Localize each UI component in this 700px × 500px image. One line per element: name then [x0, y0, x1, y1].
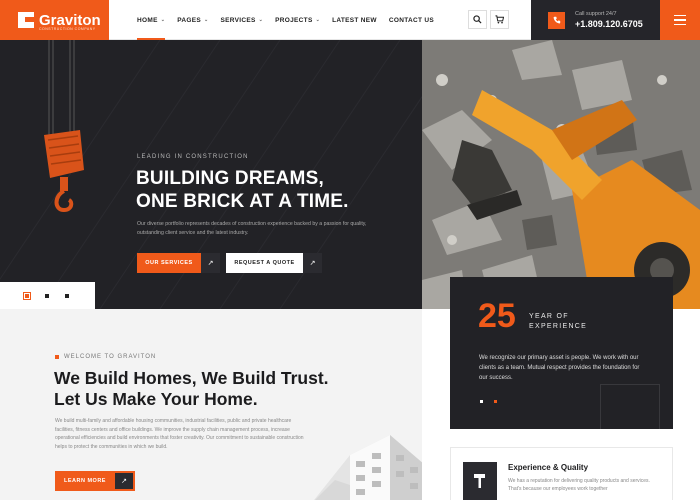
button-label: OUR SERVICES: [145, 260, 193, 266]
about-title-line: We Build Homes, We Build Trust.: [54, 368, 329, 388]
arrow-up-right-icon: ↗: [303, 253, 322, 273]
carousel-dot[interactable]: [494, 400, 497, 403]
support-contact[interactable]: Call support 24/7 +1.809.120.6705: [531, 0, 660, 40]
about-title: We Build Homes, We Build Trust. Let Us M…: [54, 368, 329, 410]
search-icon: [473, 15, 482, 24]
nav-label: PAGES: [177, 16, 201, 24]
building-illustration: [314, 435, 422, 500]
nav-item-projects[interactable]: PROJECTS ⌄: [275, 0, 320, 40]
stat-number: 25: [478, 297, 516, 335]
chevron-down-icon: ⌄: [203, 17, 209, 23]
brand-name: Graviton: [39, 11, 101, 29]
cart-button[interactable]: [490, 10, 509, 29]
our-services-button[interactable]: OUR SERVICES ↗: [137, 253, 220, 273]
about-eyebrow: WELCOME TO GRAVITON: [55, 354, 156, 360]
feature-card: Experience & Quality We has a reputation…: [450, 447, 673, 500]
slider-dot[interactable]: [65, 293, 69, 298]
chevron-down-icon: ⌄: [315, 17, 321, 23]
cart-icon: [495, 15, 504, 24]
square-bullet-icon: [55, 355, 59, 359]
nav-label: SERVICES: [220, 16, 256, 24]
nav-label: LATEST NEW: [332, 16, 377, 24]
support-text: Call support 24/7 +1.809.120.6705: [575, 11, 643, 29]
button-label: REQUEST A QUOTE: [234, 260, 295, 266]
support-phone: +1.809.120.6705: [575, 19, 643, 29]
hero-title-line: BUILDING DREAMS,: [136, 168, 324, 189]
eyebrow-text: WELCOME TO GRAVITON: [64, 354, 157, 360]
decorative-outline: [600, 384, 660, 429]
nav-label: HOME: [137, 16, 158, 24]
brand-logo[interactable]: Graviton CONSTRUCTION COMPANY: [0, 0, 109, 40]
nav-item-pages[interactable]: PAGES ⌄: [177, 0, 208, 40]
phone-icon: [548, 11, 565, 29]
logo-icon: [18, 12, 34, 28]
stat-label: YEAR OF EXPERIENCE: [529, 312, 599, 332]
carousel-dot[interactable]: [480, 400, 483, 403]
stat-description: We recognize our primary asset is people…: [479, 355, 640, 381]
hero-title-line: ONE BRICK AT A TIME.: [136, 191, 349, 212]
hero-description: Our diverse portfolio represents decades…: [137, 221, 367, 236]
crane-hook-illustration: [44, 40, 84, 213]
site-header: Graviton CONSTRUCTION COMPANY HOME ⌄ PAGE…: [0, 0, 700, 40]
hero-title: BUILDING DREAMS, ONE BRICK AT A TIME.: [136, 167, 349, 213]
about-title-line: Let Us Make Your Home.: [54, 389, 258, 409]
arrow-up-right-icon: ↗: [201, 253, 220, 273]
slider-dot[interactable]: [22, 291, 32, 300]
search-button[interactable]: [468, 10, 487, 29]
nav-label: PROJECTS: [275, 16, 313, 24]
feature-description: We has a reputation for delivering quali…: [508, 478, 650, 492]
experience-stat-card: 25 YEAR OF EXPERIENCE We recognize our p…: [450, 277, 673, 429]
main-nav: HOME ⌄ PAGES ⌄ SERVICES ⌄ PROJECTS ⌄ LATEST …: [137, 0, 446, 40]
brand-tagline: CONSTRUCTION COMPANY: [39, 27, 96, 31]
chevron-down-icon: ⌄: [258, 17, 264, 23]
slider-dot[interactable]: [45, 293, 49, 298]
arrow-up-right-icon: ↗: [115, 473, 133, 489]
slider-pagination: [0, 282, 95, 309]
chevron-down-icon: ⌄: [160, 17, 166, 23]
learn-more-button[interactable]: LEARN MORE ↗: [55, 471, 135, 491]
about-section: WELCOME TO GRAVITON We Build Homes, We B…: [0, 309, 422, 500]
nav-item-latest-news[interactable]: LATEST NEW: [332, 0, 377, 40]
hero-excavator-image: [422, 40, 700, 309]
hamburger-menu-icon[interactable]: [660, 0, 700, 40]
hero-section: LEADING IN CONSTRUCTION BUILDING DREAMS,…: [0, 40, 422, 309]
stat-label-line: YEAR OF: [529, 313, 569, 320]
about-description: We build multi-family and affordable hou…: [55, 418, 304, 450]
nav-item-home[interactable]: HOME ⌄: [137, 0, 166, 40]
nav-label: CONTACT US: [388, 16, 434, 24]
hammer-icon: [463, 462, 497, 500]
button-label: LEARN MORE: [64, 478, 106, 484]
nav-item-contact[interactable]: CONTACT US: [389, 0, 434, 40]
feature-title: Experience & Quality: [508, 463, 589, 472]
stat-label-line: EXPERIENCE: [529, 323, 588, 330]
hero-pretitle: LEADING IN CONSTRUCTION: [137, 154, 249, 160]
nav-item-services[interactable]: SERVICES ⌄: [220, 0, 263, 40]
request-quote-button[interactable]: REQUEST A QUOTE ↗: [226, 253, 322, 273]
support-label: Call support 24/7: [575, 11, 617, 17]
